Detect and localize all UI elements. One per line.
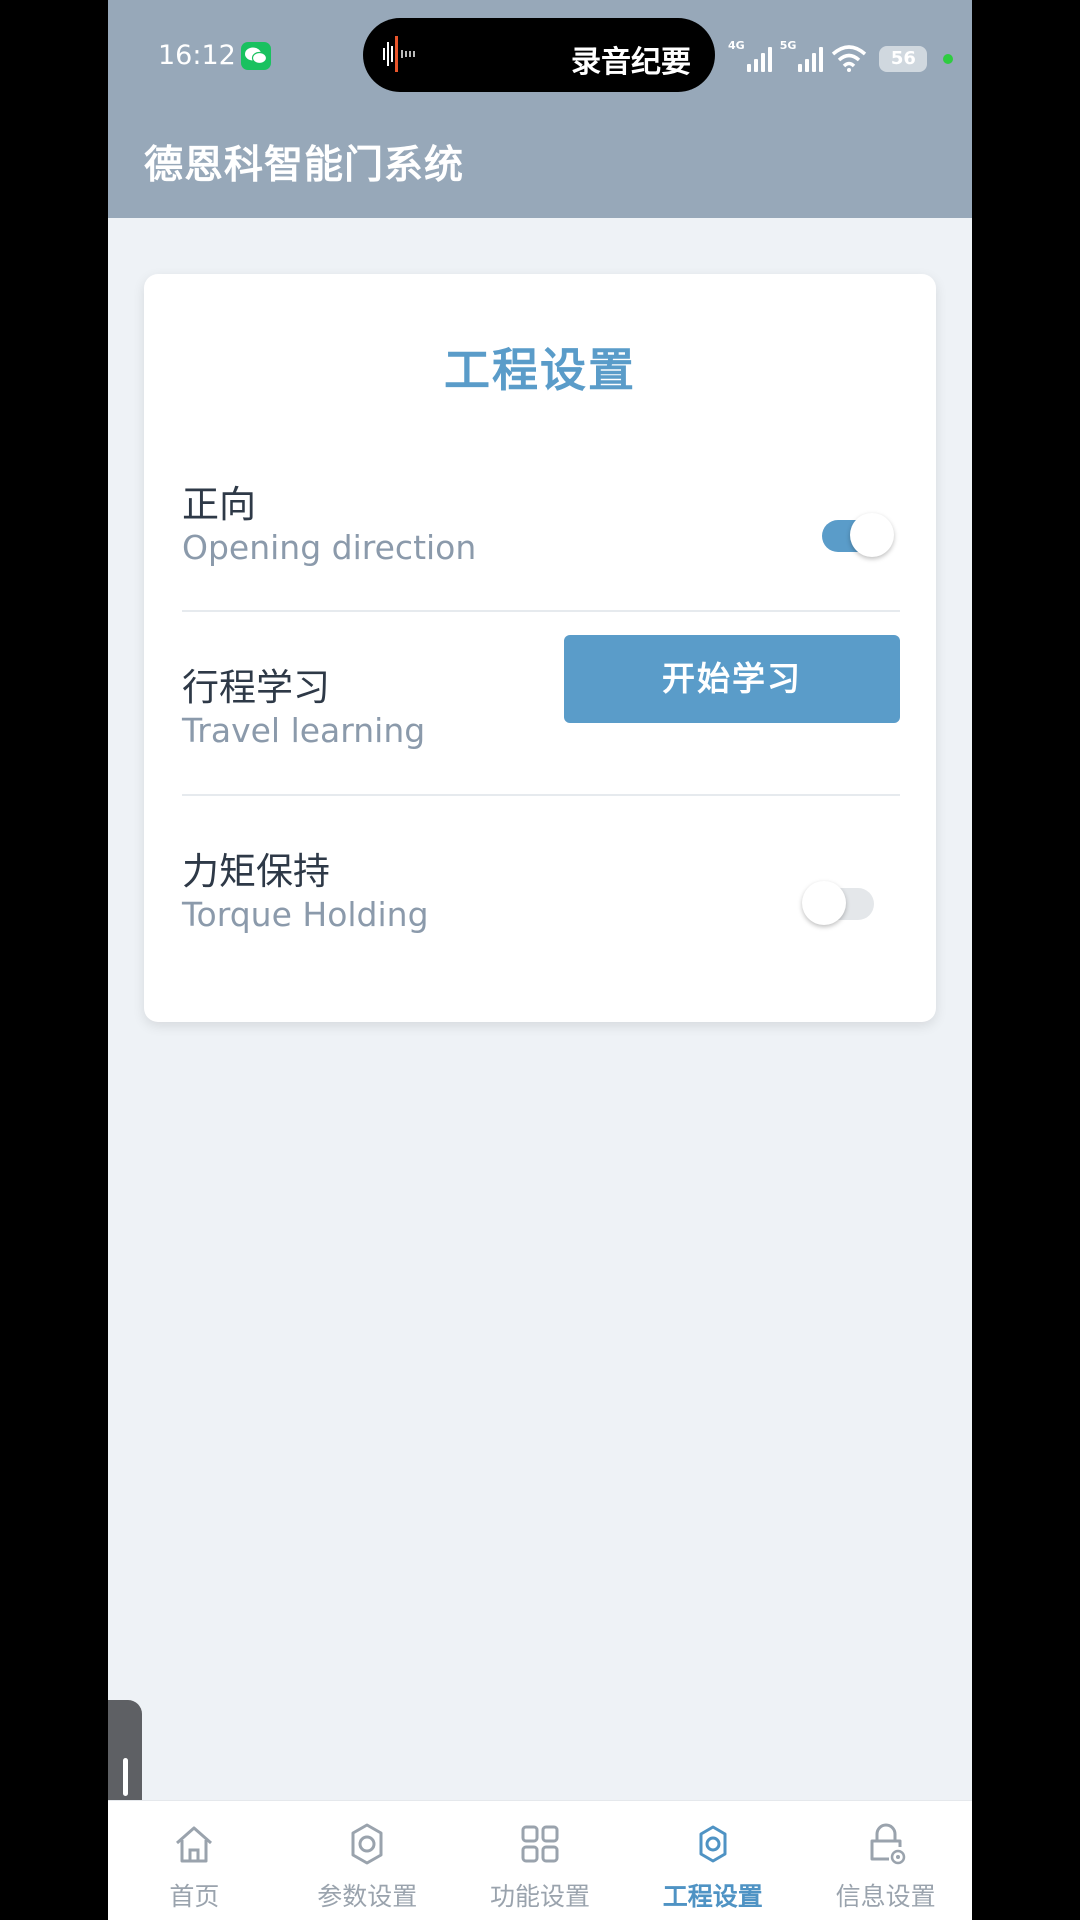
dynamic-island[interactable]: 录音纪要 (363, 18, 715, 92)
nav-item-function-settings[interactable]: 功能设置 (454, 1801, 627, 1920)
torque-holding-toggle[interactable] (802, 881, 874, 925)
header: 16:12 录音纪要 4G 5G 56 德恩科智能门系统 (108, 0, 972, 218)
nav-item-engineering-settings[interactable]: 工程设置 (626, 1801, 799, 1920)
nav-label: 首页 (169, 1882, 220, 1911)
gear-icon (351, 1823, 383, 1865)
wifi-icon (832, 45, 867, 72)
divider (182, 794, 900, 796)
island-recording-label: 录音纪要 (571, 45, 691, 80)
nav-item-home[interactable]: 首页 (108, 1801, 281, 1920)
wechat-icon (241, 42, 271, 70)
setting-sublabel: Opening direction (182, 528, 477, 567)
signal-4g-label: 4G (728, 39, 745, 52)
privacy-indicator-dot (943, 54, 954, 64)
bottom-nav: 首页 参数设置 功能设置 工程设置 信息设置 (108, 1800, 972, 1920)
recording-wave-icon (383, 36, 415, 72)
signal-5g-label: 5G (779, 39, 797, 52)
nav-item-info-settings[interactable]: 信息设置 (799, 1801, 972, 1920)
setting-row-torque-holding: 力矩保持 Torque Holding (182, 841, 900, 971)
nav-label: 信息设置 (835, 1882, 936, 1911)
battery-level: 56 (890, 48, 916, 69)
gear-icon (699, 1825, 727, 1863)
status-icons: 4G 5G 56 (728, 36, 954, 72)
signal-bars-icon (746, 46, 772, 72)
start-learning-button[interactable]: 开始学习 (564, 635, 900, 723)
toggle-knob (850, 513, 894, 557)
setting-row-travel-learning: 行程学习 Travel learning 开始学习 (182, 635, 900, 787)
setting-label: 正向 (182, 483, 256, 526)
grid-icon (521, 1825, 559, 1863)
app-screen: 16:12 录音纪要 4G 5G 56 德恩科智能门系统 工程设置 正向 Ope… (108, 0, 972, 1920)
setting-sublabel: Travel learning (182, 711, 426, 750)
opening-direction-toggle[interactable] (822, 513, 894, 557)
lock-gear-icon (870, 1823, 905, 1865)
home-icon (176, 1826, 213, 1863)
engineering-settings-card: 工程设置 正向 Opening direction 行程学习 Travel le… (144, 274, 936, 1022)
nav-label: 参数设置 (317, 1882, 418, 1911)
signal-bars-icon (798, 46, 824, 72)
setting-sublabel: Torque Holding (182, 895, 429, 934)
divider (182, 610, 900, 612)
card-title: 工程设置 (444, 343, 636, 397)
toggle-knob (802, 881, 846, 925)
nav-label: 工程设置 (662, 1882, 763, 1911)
status-time: 16:12 (158, 40, 236, 71)
setting-row-opening-direction: 正向 Opening direction (182, 474, 900, 604)
battery-icon: 56 (879, 46, 928, 72)
nav-item-parameter-settings[interactable]: 参数设置 (281, 1801, 454, 1920)
setting-label: 力矩保持 (182, 850, 330, 893)
nav-label: 功能设置 (489, 1882, 590, 1911)
app-title: 德恩科智能门系统 (144, 143, 465, 188)
setting-label: 行程学习 (182, 666, 330, 709)
